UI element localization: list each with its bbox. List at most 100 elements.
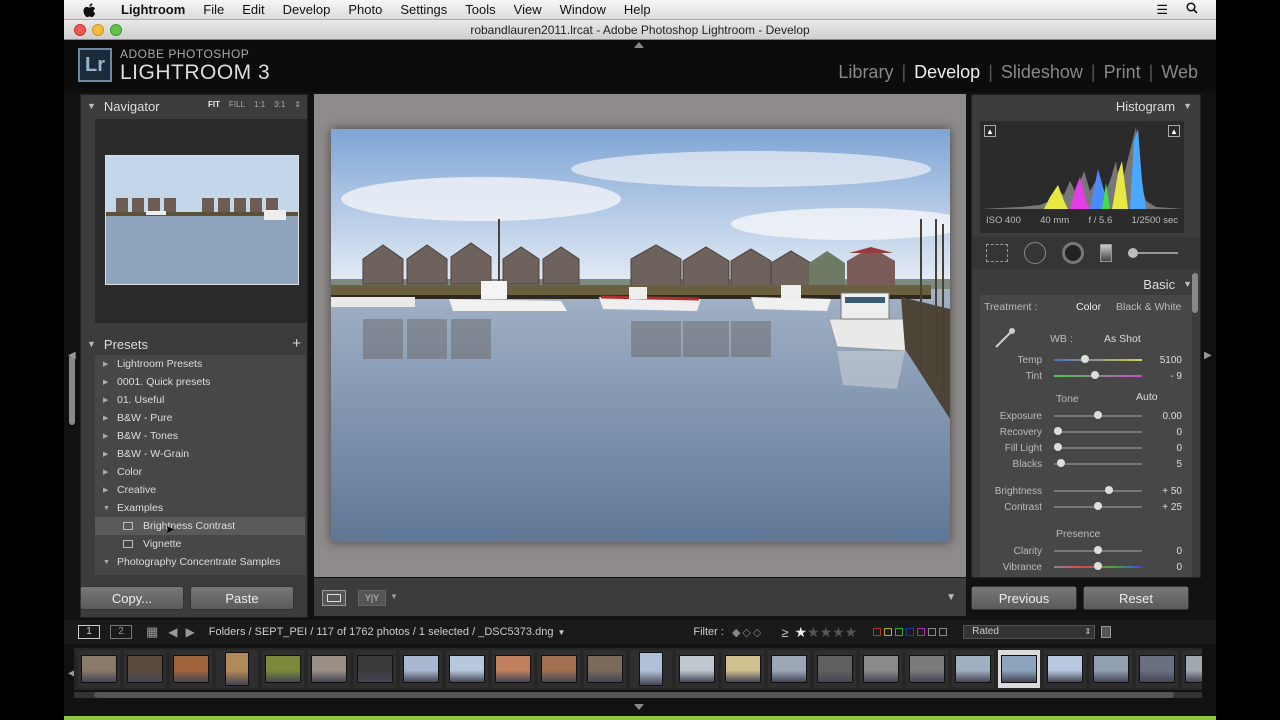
red-eye-tool-icon[interactable] xyxy=(1062,242,1084,264)
slider-temp[interactable]: Temp 5100 xyxy=(980,353,1192,367)
navigator-header[interactable]: ▼ Navigator FIT FILL 1:1 3:1 ⇕ xyxy=(81,95,307,117)
preset-folder-expanded[interactable]: ▼ Photography Concentrate Samples xyxy=(95,553,305,571)
filmstrip-thumbnail[interactable] xyxy=(1044,650,1086,688)
slider-recovery[interactable]: Recovery 0 xyxy=(980,425,1192,439)
secondary-window-button[interactable]: 2 xyxy=(110,625,132,639)
previous-button[interactable]: Previous xyxy=(971,586,1077,610)
slider-knob[interactable] xyxy=(1053,427,1062,435)
zoom-window-button[interactable] xyxy=(110,24,122,36)
before-after-dropdown-icon[interactable]: ▼ xyxy=(390,592,398,601)
presets-header[interactable]: ▼ Presets + xyxy=(81,333,307,355)
right-panel-toggle-icon[interactable]: ▶ xyxy=(1204,350,1212,361)
filmstrip-thumbnail[interactable] xyxy=(262,650,304,688)
navigator-preview[interactable] xyxy=(95,119,307,323)
slider-knob[interactable] xyxy=(1094,546,1102,554)
filmstrip-thumbnail[interactable] xyxy=(998,650,1040,688)
menu-photo[interactable]: Photo xyxy=(339,2,391,17)
slider-fill-light[interactable]: Fill Light 0 xyxy=(980,441,1192,455)
slider-contrast[interactable]: Contrast + 25 xyxy=(980,500,1192,514)
slider-knob[interactable] xyxy=(1104,486,1113,494)
before-after-button[interactable]: Y|Y xyxy=(358,590,386,606)
rating-operator[interactable]: ≥ xyxy=(781,625,788,640)
list-icon[interactable]: ☰ xyxy=(1156,2,1168,18)
collapse-top-panel-icon[interactable] xyxy=(634,42,644,48)
filmstrip-thumbnail[interactable] xyxy=(170,650,212,688)
slider-exposure[interactable]: Exposure 0.00 xyxy=(980,409,1192,423)
navigator-fit[interactable]: FIT xyxy=(208,100,220,109)
zoom-stepper-icon[interactable]: ⇕ xyxy=(294,100,301,109)
preset-item[interactable]: Brightness Contrast ➤ xyxy=(95,517,305,536)
preset-folder[interactable]: ▶ 01. Useful xyxy=(95,391,305,409)
loupe-view[interactable] xyxy=(314,94,966,577)
graduated-filter-tool-icon[interactable] xyxy=(1100,244,1112,262)
slider-value[interactable]: 0 xyxy=(1142,443,1182,454)
filter-lock-icon[interactable] xyxy=(1101,626,1112,638)
filmstrip-scrollbar[interactable] xyxy=(74,692,1202,698)
slider-knob[interactable] xyxy=(1053,443,1062,451)
main-photo[interactable] xyxy=(331,129,950,542)
slider-value[interactable]: 0 xyxy=(1142,427,1182,438)
filmstrip-thumbnail[interactable] xyxy=(952,650,994,688)
reset-button[interactable]: Reset xyxy=(1083,586,1189,610)
slider-brightness[interactable]: Brightness + 50 xyxy=(980,484,1192,498)
close-window-button[interactable] xyxy=(74,24,86,36)
filmstrip-thumbnail[interactable] xyxy=(722,650,764,688)
menu-settings[interactable]: Settings xyxy=(391,2,456,17)
spotlight-search-icon[interactable] xyxy=(1186,1,1198,18)
primary-window-button[interactable]: 1 xyxy=(78,625,100,639)
right-panel-scrollbar[interactable] xyxy=(1192,273,1198,313)
source-dropdown-icon[interactable]: ▼ xyxy=(557,628,565,637)
filmstrip-thumbnail[interactable] xyxy=(584,650,626,688)
filmstrip-thumbnail[interactable] xyxy=(354,650,396,688)
histogram-display[interactable]: ▲ ▲ ISO 400 40 mm f / 5.6 1/2500 sec xyxy=(980,121,1184,233)
treatment-color-option[interactable]: Color xyxy=(1076,301,1101,313)
white-balance-eyedropper-icon[interactable] xyxy=(992,325,1018,351)
slider-tint[interactable]: Tint - 9 xyxy=(980,369,1192,383)
preset-folder[interactable]: ▶ 0001. Quick presets xyxy=(95,373,305,391)
spot-removal-tool-icon[interactable] xyxy=(1024,242,1046,264)
slider-blacks[interactable]: Blacks 5 xyxy=(980,457,1192,471)
filmstrip-thumbnail[interactable] xyxy=(814,650,856,688)
wb-select[interactable]: As Shot xyxy=(1104,333,1141,345)
navigator-thumbnail[interactable] xyxy=(105,155,299,285)
slider-value[interactable]: 0 xyxy=(1142,562,1182,573)
module-print[interactable]: Print xyxy=(1096,62,1149,83)
slider-knob[interactable] xyxy=(1091,371,1100,379)
crop-tool-icon[interactable] xyxy=(986,244,1008,262)
filmstrip-thumbnail[interactable] xyxy=(446,650,488,688)
filmstrip-thumbnail[interactable] xyxy=(768,650,810,688)
filmstrip-thumbnail[interactable] xyxy=(906,650,948,688)
preset-item[interactable]: Vignette xyxy=(95,535,305,553)
preset-folder[interactable]: ▶ Creative xyxy=(95,481,305,499)
slider-knob[interactable] xyxy=(1057,459,1066,467)
menu-window[interactable]: Window xyxy=(551,2,615,17)
flag-filter-icons[interactable]: ◆◇◇ xyxy=(732,626,763,639)
module-slideshow[interactable]: Slideshow xyxy=(993,62,1091,83)
slider-knob[interactable] xyxy=(1094,562,1102,570)
navigator-3to1[interactable]: 3:1 xyxy=(274,100,285,109)
slider-vibrance[interactable]: Vibrance 0 xyxy=(980,560,1192,574)
slider-clarity[interactable]: Clarity 0 xyxy=(980,544,1192,558)
filmstrip-thumbnail[interactable] xyxy=(216,650,258,688)
forward-arrow-icon[interactable]: ▶ xyxy=(186,625,195,639)
filmstrip-thumbnail[interactable] xyxy=(630,650,672,688)
filmstrip-thumbnail[interactable] xyxy=(1136,650,1178,688)
menu-tools[interactable]: Tools xyxy=(456,2,504,17)
histogram-header[interactable]: Histogram ▼ xyxy=(972,95,1200,117)
slider-value[interactable]: 5 xyxy=(1142,459,1182,470)
filmstrip-thumbnail[interactable] xyxy=(538,650,580,688)
toolbar-menu-icon[interactable]: ▼ xyxy=(946,592,956,603)
star-filter-icons[interactable]: ★★★★★ xyxy=(794,624,857,641)
preset-folder[interactable]: ▶ Lightroom Presets xyxy=(95,355,305,373)
filmstrip-thumbnail[interactable] xyxy=(860,650,902,688)
filmstrip[interactable] xyxy=(74,648,1202,690)
copy-settings-button[interactable]: Copy... xyxy=(80,586,184,610)
filmstrip-thumbnail[interactable] xyxy=(1090,650,1132,688)
slider-knob[interactable] xyxy=(1080,355,1089,363)
filmstrip-thumbnail[interactable] xyxy=(492,650,534,688)
slider-knob[interactable] xyxy=(1094,411,1102,419)
minimize-window-button[interactable] xyxy=(92,24,104,36)
preset-folder[interactable]: ▶ B&W - W-Grain xyxy=(95,445,305,463)
preset-folder[interactable]: ▶ B&W - Tones xyxy=(95,427,305,445)
navigator-1to1[interactable]: 1:1 xyxy=(254,100,265,109)
